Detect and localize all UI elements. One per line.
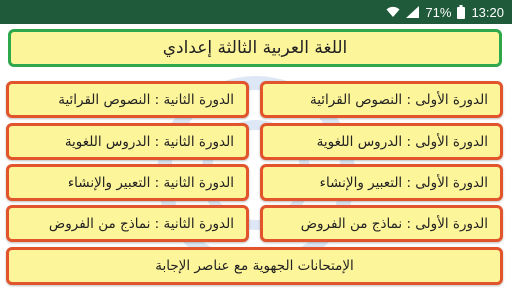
menu-button-label: الدورة الأولى : نماذج من الفروض <box>300 215 488 232</box>
menu-button-s1-language-lessons[interactable]: الدورة الأولى : الدروس اللغوية <box>260 123 503 160</box>
menu-button-s1-reading-texts[interactable]: الدورة الأولى : النصوص القرائية <box>260 81 503 118</box>
wifi-icon <box>386 6 400 18</box>
page-title: اللغة العربية الثالثة إعدادي <box>8 29 502 67</box>
menu-button-label: الدورة الثانية : نماذج من الفروض <box>48 215 234 232</box>
menu-button-label: الدورة الأولى : النصوص القرائية <box>309 91 488 108</box>
menu-button-label: الدورة الثانية : الدروس اللغوية <box>64 133 234 150</box>
menu-button-s2-reading-texts[interactable]: الدورة الثانية : النصوص القرائية <box>6 81 249 118</box>
menu-button-s2-test-samples[interactable]: الدورة الثانية : نماذج من الفروض <box>6 205 249 242</box>
status-bar: 71% 13:20 <box>0 0 512 24</box>
menu-button-label: الدورة الثانية : النصوص القرائية <box>58 91 234 108</box>
menu-button-s1-test-samples[interactable]: الدورة الأولى : نماذج من الفروض <box>260 205 503 242</box>
page-title-text: اللغة العربية الثالثة إعدادي <box>162 38 348 58</box>
menu-button-s2-composition[interactable]: الدورة الثانية : التعبير والإنشاء <box>6 164 249 201</box>
menu-button-label: الدورة الأولى : التعبير والإنشاء <box>319 174 488 191</box>
clock-time: 13:20 <box>471 4 504 20</box>
signal-icon <box>406 6 420 18</box>
menu-button-s1-composition[interactable]: الدورة الأولى : التعبير والإنشاء <box>260 164 503 201</box>
menu-button-label: الدورة الثانية : التعبير والإنشاء <box>67 174 234 191</box>
menu-button-label: الإمتحانات الجهوية مع عناصر الإجابة <box>155 258 354 274</box>
menu-button-label: الدورة الأولى : الدروس اللغوية <box>316 133 488 150</box>
battery-percent: 71% <box>425 4 452 20</box>
battery-icon <box>457 5 466 19</box>
menu-button-s2-language-lessons[interactable]: الدورة الثانية : الدروس اللغوية <box>6 123 249 160</box>
menu-button-regional-exams[interactable]: الإمتحانات الجهوية مع عناصر الإجابة <box>6 247 503 285</box>
